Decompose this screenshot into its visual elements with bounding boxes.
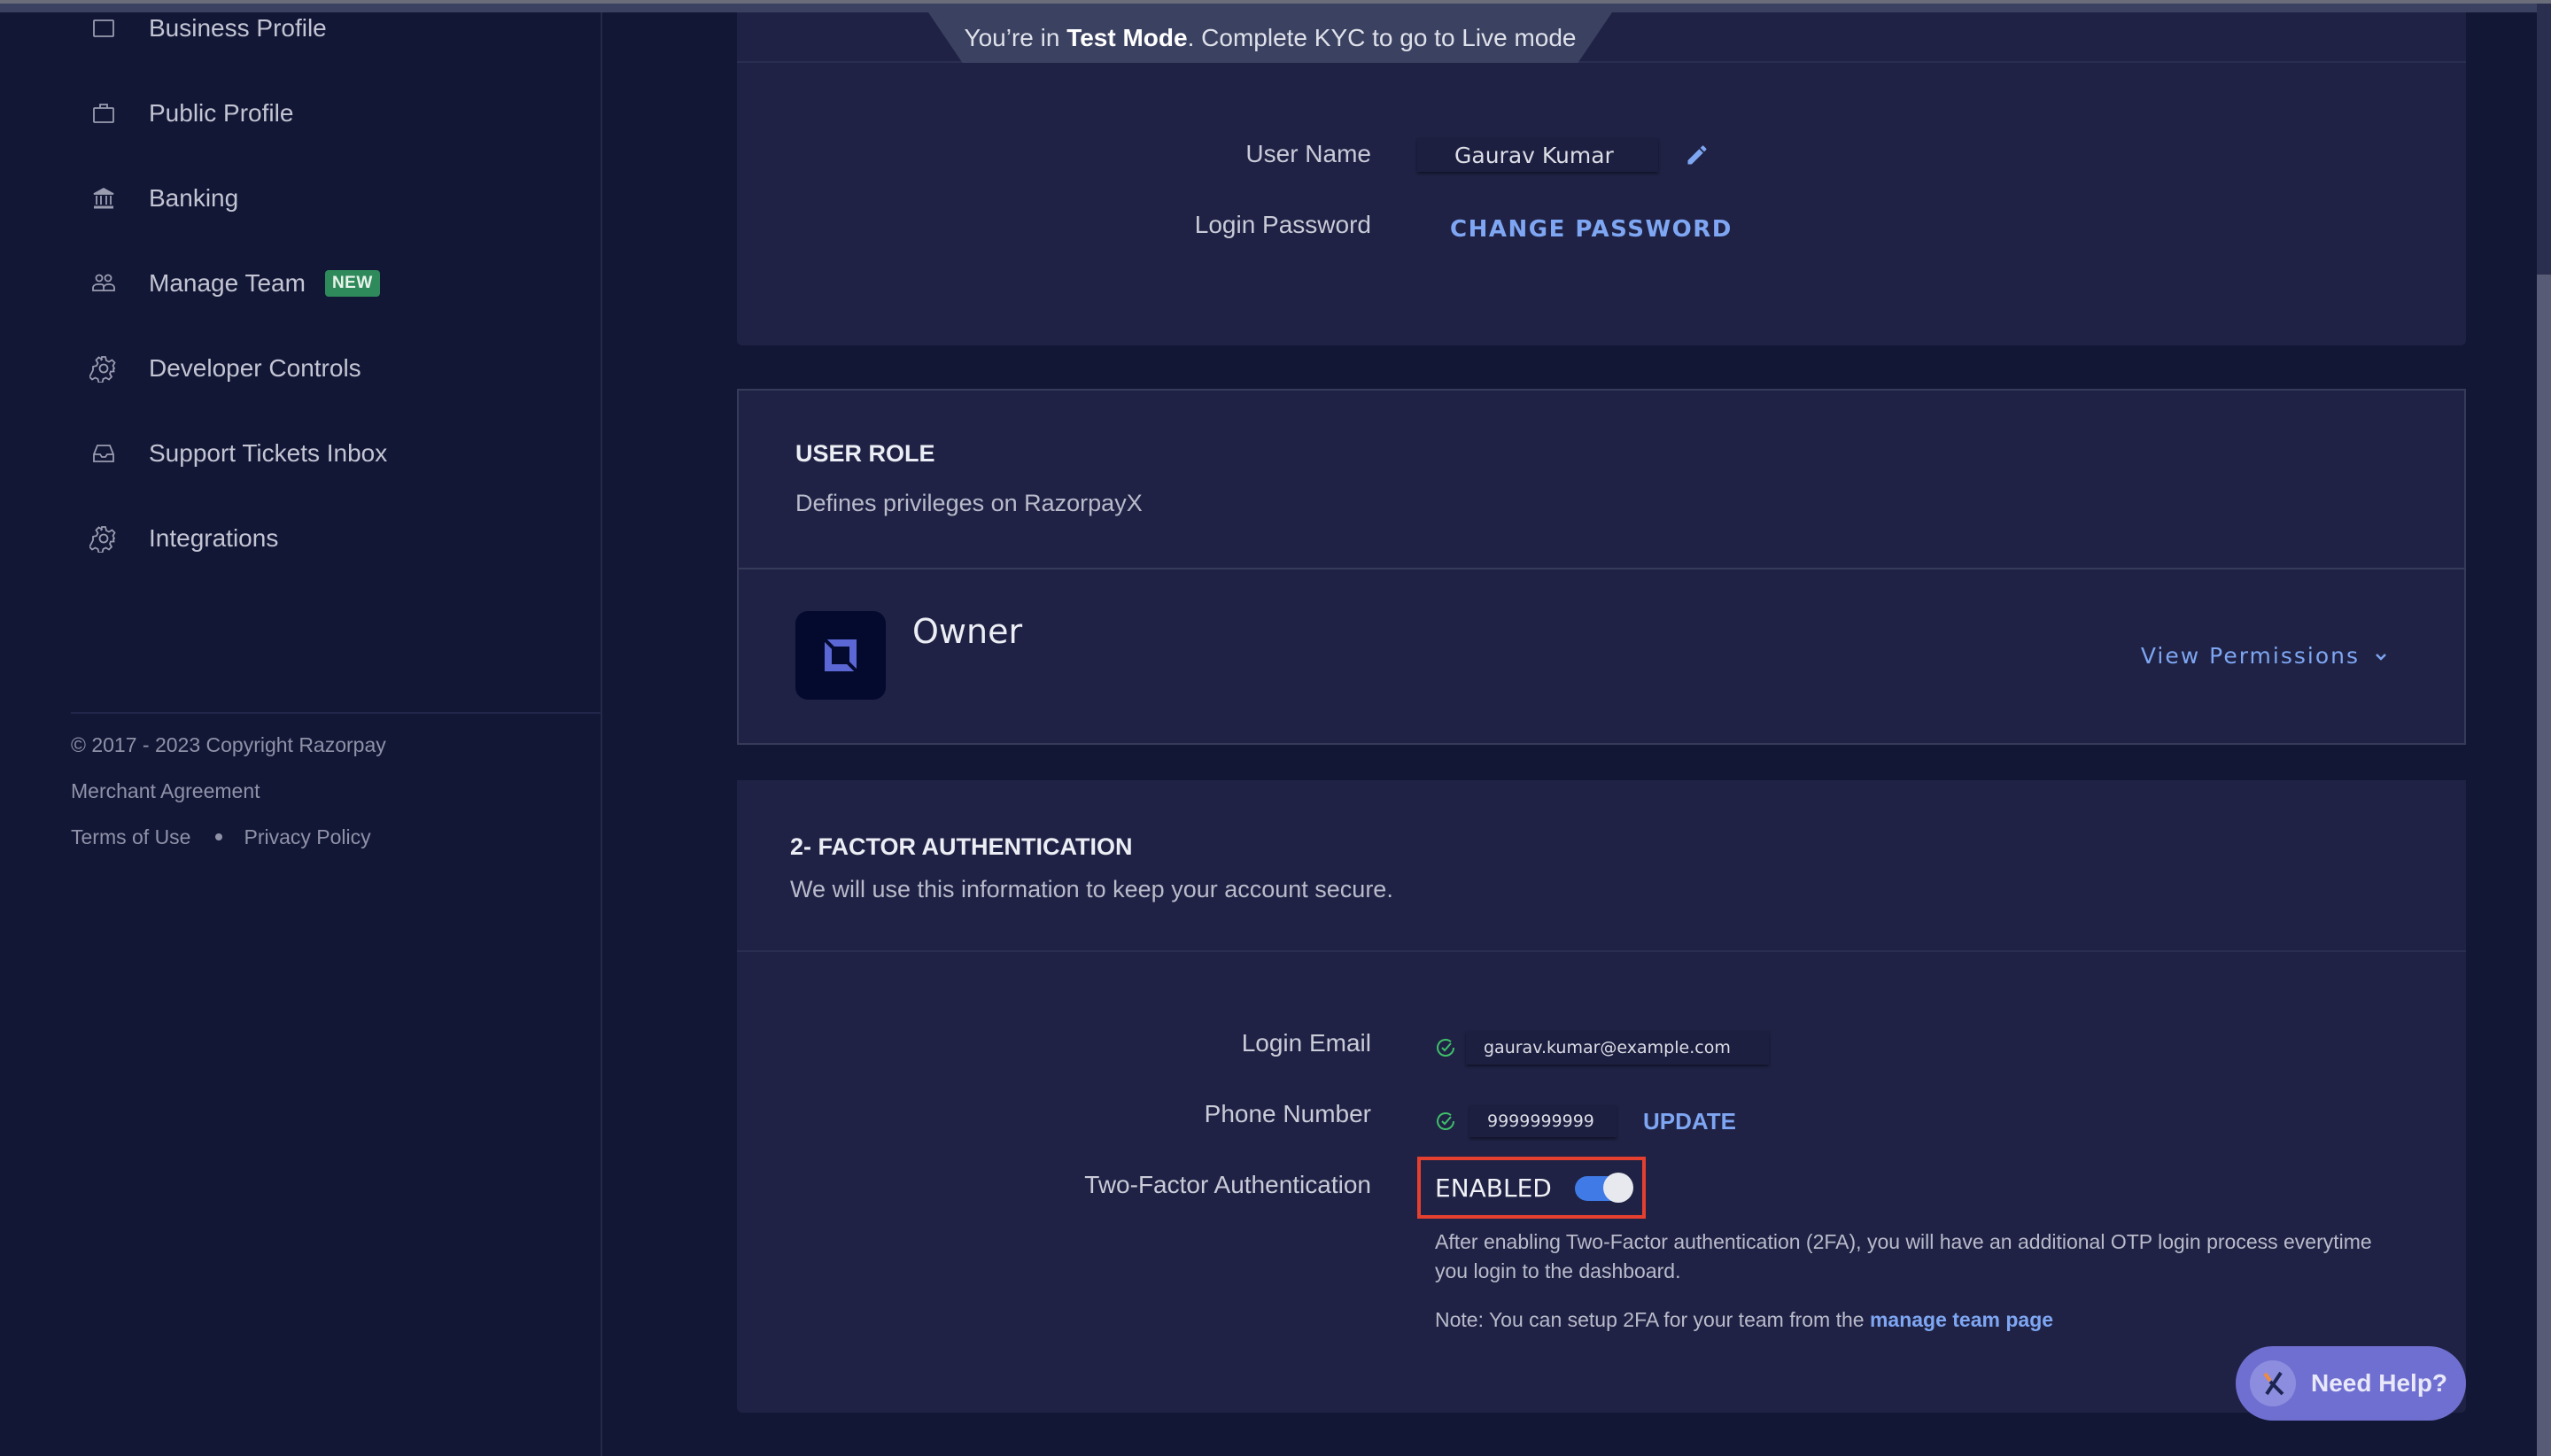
need-help-label: Need Help?	[2311, 1369, 2448, 1397]
sidebar-item-public-profile[interactable]: Public Profile	[89, 92, 293, 135]
two-factor-title: 2- FACTOR AUTHENTICATION	[790, 833, 1133, 860]
bank-icon	[89, 183, 119, 213]
manage-team-page-link[interactable]: manage team page	[1870, 1308, 2053, 1331]
sidebar-item-support-tickets-inbox[interactable]: Support Tickets Inbox	[89, 432, 387, 475]
user-role-card: USER ROLE Defines privileges on Razorpay…	[737, 389, 2466, 745]
sidebar-item-manage-team[interactable]: Manage Team NEW	[89, 262, 380, 305]
view-permissions-label: View Permissions	[2140, 643, 2360, 669]
razorpayx-logo-icon	[2250, 1360, 2296, 1406]
toggle-knob	[1602, 1173, 1633, 1203]
two-factor-help-text: After enabling Two-Factor authentication…	[1435, 1230, 2372, 1282]
user-name-label: User Name	[1245, 140, 1371, 167]
test-mode-banner: You’re in Test Mode. Complete KYC to go …	[928, 12, 1612, 63]
chevron-down-icon	[2376, 653, 2386, 661]
sidebar-item-business-profile[interactable]: Business Profile	[89, 7, 327, 50]
sidebar: Business Profile Public Profile Banking …	[0, 12, 602, 1456]
sidebar-item-label: Developer Controls	[149, 354, 361, 382]
separator-dot	[215, 833, 223, 840]
login-email-label: Login Email	[1241, 1029, 1371, 1057]
phone-number-field[interactable]: 9999999999	[1469, 1105, 1617, 1137]
sidebar-item-label: Integrations	[149, 524, 279, 552]
sidebar-item-label: Banking	[149, 184, 239, 212]
login-email-field[interactable]: gaurav.kumar@example.com	[1466, 1031, 1769, 1065]
login-password-label: Login Password	[1194, 211, 1371, 238]
note-text: Note: You can setup 2FA for your team fr…	[1435, 1308, 1870, 1331]
briefcase-icon	[89, 98, 119, 128]
sidebar-item-label: Manage Team	[149, 269, 306, 297]
edit-pencil-icon[interactable]	[1685, 143, 1710, 167]
two-factor-status: ENABLED	[1435, 1173, 1552, 1203]
inbox-icon	[89, 438, 119, 469]
scrollbar-thumb[interactable]	[2537, 275, 2551, 1456]
sidebar-item-developer-controls[interactable]: Developer Controls	[89, 347, 361, 390]
document-icon	[89, 13, 119, 43]
merchant-agreement-link[interactable]: Merchant Agreement	[71, 779, 260, 802]
terms-of-use-link[interactable]: Terms of Use	[71, 825, 190, 848]
verified-check-icon	[1437, 1039, 1454, 1057]
banner-mode: Test Mode	[1066, 23, 1188, 51]
privacy-policy-link[interactable]: Privacy Policy	[244, 825, 370, 848]
banner-text-prefix: You’re in	[964, 23, 1067, 51]
phone-number-label: Phone Number	[1204, 1100, 1371, 1127]
gear-icon	[89, 353, 119, 383]
sidebar-item-banking[interactable]: Banking	[89, 177, 238, 220]
role-name: Owner	[912, 612, 1023, 651]
divider	[739, 568, 2464, 569]
two-factor-label: Two-Factor Authentication	[1084, 1171, 1371, 1198]
copyright-text: © 2017 - 2023 Copyright Razorpay	[71, 733, 386, 756]
two-factor-subtitle: We will use this information to keep you…	[790, 876, 1393, 902]
banner-text-suffix: . Complete KYC to go to Live mode	[1187, 23, 1577, 51]
divider	[737, 950, 2466, 952]
owner-role-icon	[795, 611, 886, 700]
user-role-subtitle: Defines privileges on RazorpayX	[795, 490, 1143, 516]
change-password-button[interactable]: CHANGE PASSWORD	[1450, 216, 1733, 243]
sidebar-item-label: Support Tickets Inbox	[149, 439, 388, 467]
test-mode-bar	[0, 4, 2537, 12]
new-badge: NEW	[324, 270, 380, 297]
user-name-field[interactable]: Gaurav Kumar	[1417, 138, 1658, 172]
sidebar-divider	[71, 712, 602, 714]
sidebar-item-label: Business Profile	[149, 14, 327, 42]
need-help-button[interactable]: Need Help?	[2236, 1346, 2466, 1421]
two-factor-note: Note: You can setup 2FA for your team fr…	[1435, 1305, 2053, 1335]
sidebar-item-integrations[interactable]: Integrations	[89, 517, 278, 560]
gear-icon	[89, 523, 119, 554]
view-permissions-button[interactable]: View Permissions	[2141, 643, 2388, 669]
two-factor-toggle[interactable]	[1574, 1173, 1633, 1203]
verified-check-icon	[1437, 1112, 1454, 1130]
sidebar-item-label: Public Profile	[149, 99, 294, 127]
team-icon	[89, 268, 119, 298]
user-role-title: USER ROLE	[795, 440, 935, 467]
update-phone-button[interactable]: UPDATE	[1643, 1108, 1736, 1135]
